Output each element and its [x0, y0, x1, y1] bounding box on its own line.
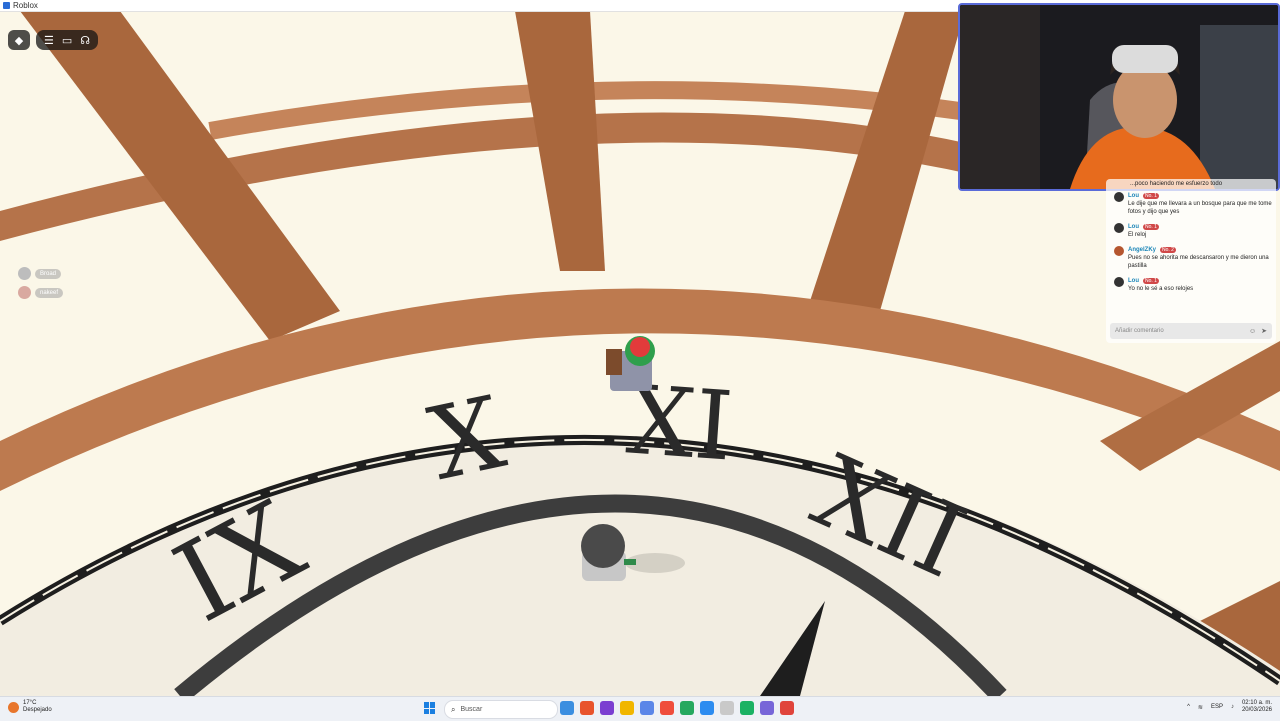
system-tray: ^ ≋ ESP ♪ 02:10 a. m. 20/03/2026: [1187, 700, 1272, 714]
weather-widget[interactable]: 17°C Despejado: [8, 700, 52, 714]
chat-top-fragment: ...poco haciendo me esfuerzo todo: [1130, 181, 1223, 187]
send-icon[interactable]: ➤: [1261, 327, 1267, 335]
avatar: [18, 267, 31, 280]
taskbar-app-icon[interactable]: [580, 701, 594, 715]
taskbar-app-icon[interactable]: [620, 701, 634, 715]
roblox-topbar: ◆ ☰ ▭ ☊: [8, 30, 99, 50]
weather-temp: 17°C: [23, 700, 37, 706]
player-tag: nakeef: [18, 286, 64, 299]
avatar: [18, 286, 31, 299]
chat-badge: No. 1: [1143, 192, 1159, 199]
taskbar-app-icon[interactable]: [700, 701, 714, 715]
language-indicator[interactable]: ESP: [1211, 704, 1223, 710]
chat-username: Lou: [1128, 277, 1139, 284]
chat-badge: No. 1: [1143, 277, 1159, 284]
window-title: Roblox: [13, 1, 38, 10]
taskbar-clock[interactable]: 02:10 a. m. 20/03/2026: [1242, 700, 1272, 714]
chat-bubble-icon[interactable]: ▭: [62, 34, 72, 47]
avatar: [1114, 277, 1124, 287]
chat-message: Lou No. 1 Yo no le sé a eso relojes: [1106, 274, 1276, 295]
windows-taskbar: 17°C Despejado ⌕ Buscar ^ ≋ ESP ♪ 02:10 …: [0, 696, 1280, 721]
chat-badge: No. 2: [1160, 246, 1176, 253]
taskbar-app-icon[interactable]: [760, 701, 774, 715]
taskbar-date: 20/03/2026: [1241, 707, 1272, 713]
chat-message: Lou No. 1 Le dije que me llevara a un bos…: [1106, 189, 1276, 218]
search-label: Buscar: [460, 706, 483, 713]
avatar: [1114, 246, 1124, 256]
avatar: [1114, 192, 1124, 202]
chat-input-placeholder: Añadir comentario: [1115, 328, 1164, 334]
chevron-up-icon[interactable]: ^: [1187, 704, 1190, 710]
player-tags: Broad nakeef: [18, 267, 64, 305]
chat-text: Pues no se ahorita me descansaron y me d…: [1128, 255, 1269, 269]
player-name: Broad: [35, 268, 62, 279]
weather-desc: Despejado: [23, 707, 52, 713]
chat-username: Lou: [1128, 223, 1139, 230]
taskbar-time: 02:10 a. m.: [1241, 700, 1272, 706]
taskbar-search[interactable]: ⌕ Buscar: [444, 700, 558, 719]
volume-icon[interactable]: ♪: [1231, 704, 1234, 710]
taskbar-app-icons: [560, 701, 794, 715]
chat-username: Lou: [1128, 192, 1139, 199]
hamburger-icon[interactable]: ☰: [44, 34, 54, 47]
taskbar-app-icon[interactable]: [780, 701, 794, 715]
chat-text: El reloj: [1128, 232, 1147, 238]
roblox-menu-group: ☰ ▭ ☊: [36, 30, 99, 50]
windows-start-icon[interactable]: [424, 702, 436, 714]
headset-icon[interactable]: ☊: [80, 34, 90, 47]
wifi-icon[interactable]: ≋: [1198, 704, 1203, 711]
taskbar-app-icon[interactable]: [560, 701, 574, 715]
chat-message: Lou No. 1 El reloj: [1106, 220, 1276, 241]
chat-badge: No. 1: [1143, 223, 1159, 230]
taskbar-app-icon[interactable]: [640, 701, 654, 715]
roblox-app-icon: [3, 2, 10, 9]
taskbar-app-icon[interactable]: [600, 701, 614, 715]
search-icon: ⌕: [451, 704, 456, 714]
chat-username: AngelZKy: [1128, 246, 1157, 253]
taskbar-app-icon[interactable]: [720, 701, 734, 715]
chat-message: AngelZKy No. 2 Pues no se ahorita me desc…: [1106, 243, 1276, 272]
streamer-webcam: [958, 3, 1280, 191]
taskbar-app-icon[interactable]: [740, 701, 754, 715]
weather-icon: [8, 701, 19, 713]
taskbar-app-icon[interactable]: [680, 701, 694, 715]
chat-message-list: Lou No. 1 Le dije que me llevara a un bos…: [1106, 189, 1276, 295]
avatar: [1114, 223, 1124, 233]
player-name: nakeef: [35, 287, 64, 298]
chat-text: Le dije que me llevara a un bosque para …: [1128, 201, 1272, 215]
stream-chat-panel: ...poco haciendo me esfuerzo todo Lou No.…: [1106, 179, 1276, 343]
chat-text: Yo no le sé a eso relojes: [1128, 286, 1194, 292]
taskbar-app-icon[interactable]: [660, 701, 674, 715]
emoji-icon[interactable]: ☺: [1249, 328, 1256, 335]
roblox-logo-icon[interactable]: ◆: [8, 30, 30, 50]
player-tag: Broad: [18, 267, 63, 280]
chat-input[interactable]: Añadir comentario ☺ ➤: [1110, 323, 1272, 339]
